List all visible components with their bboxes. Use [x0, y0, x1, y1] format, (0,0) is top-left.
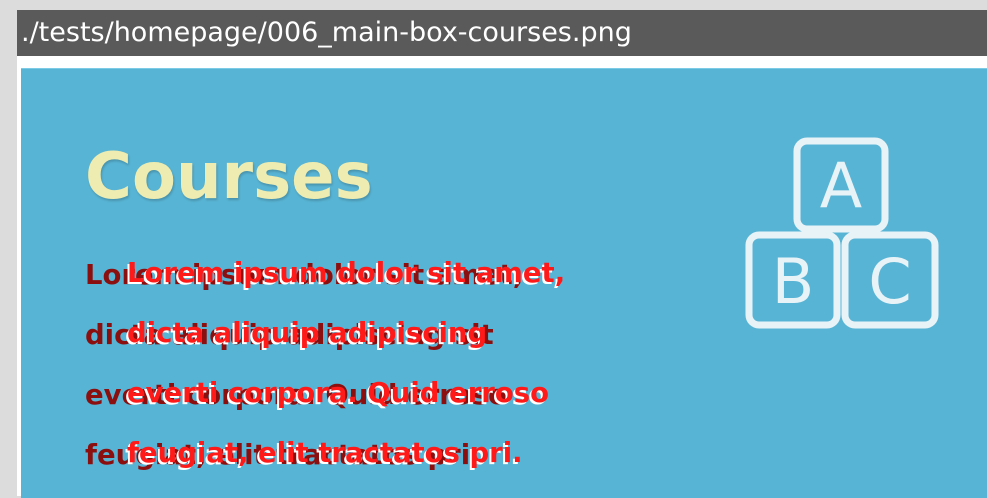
block-a-letter: A [820, 149, 862, 222]
page-panel: Courses Lorem ipsum dolor sit amet, dict… [17, 64, 987, 498]
block-c-letter: C [868, 245, 911, 318]
courses-title: Courses [85, 140, 373, 214]
abc-blocks-svg: A B C [745, 137, 939, 329]
description-line: Lorem ipsum dolor sit amet, [127, 257, 566, 289]
description-line: everti corpora. Quid erroso [127, 377, 549, 409]
top-divider [17, 56, 987, 64]
abc-blocks-icon: A B C [745, 135, 945, 335]
description-text-red: Lorem ipsum dolor sit amet, dicta aliqui… [127, 243, 565, 483]
courses-description: Lorem ipsum dolor sit amet, dicta aliqui… [85, 245, 705, 471]
courses-box[interactable]: Courses Lorem ipsum dolor sit amet, dict… [21, 68, 987, 498]
block-b-letter: B [772, 245, 815, 318]
window-title-bar: ./tests/homepage/006_main-box-courses.pn… [17, 10, 987, 56]
window-title: ./tests/homepage/006_main-box-courses.pn… [21, 17, 632, 48]
description-line: feugiat, elit tractatos pri. [127, 437, 523, 469]
description-line: dicta aliquip adipiscing [127, 317, 488, 349]
